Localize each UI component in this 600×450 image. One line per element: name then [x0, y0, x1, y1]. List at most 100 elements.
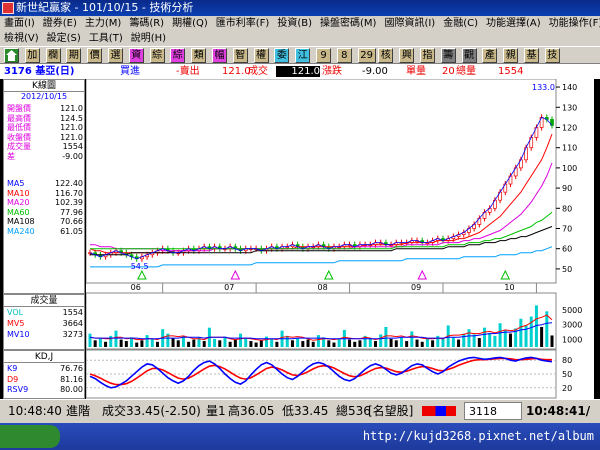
kd-info-panel: KD,J K9 76.76 D9 81.16 RSV9 80.00 — [3, 350, 85, 399]
menu-item-row1-9[interactable]: 金融(C) — [439, 16, 482, 31]
volume-bar — [104, 341, 108, 347]
taskbar: http://kujd3268.pixnet.net/album — [0, 423, 600, 450]
kline-field-row: 收盤價 121.0 — [7, 133, 83, 143]
volume-bar — [348, 339, 352, 347]
volume-bar — [228, 341, 232, 347]
high-annotation: 133.0 — [532, 83, 555, 92]
volume-bar — [415, 339, 419, 347]
toolbar-button-5[interactable]: 選 — [108, 48, 123, 63]
toolbar-button-23[interactable]: 產 — [482, 48, 498, 63]
status-code-box[interactable]: 3118 — [464, 402, 522, 420]
menu-item-row2-1[interactable]: 設定(S) — [43, 31, 85, 46]
toolbar-button-13[interactable]: 委 — [274, 48, 290, 63]
toolbar-button-26[interactable]: 技 — [544, 48, 560, 63]
price-tick-label: 120 — [562, 123, 577, 132]
toolbar-button-7[interactable]: 綜 — [149, 48, 165, 63]
chart-area[interactable]: 50 60 70 80 90 100 110 120 130 140 06 07 08 09 10 133.0… — [85, 78, 594, 399]
menu-item-row1-5[interactable]: 匯市利率(F) — [212, 16, 274, 31]
toolbar-button-1[interactable]: 加 — [24, 48, 40, 63]
volume-bar — [135, 342, 139, 347]
menu-item-row1-4[interactable]: 期權(Q) — [168, 16, 212, 31]
kline-field-row: 最高價 124.5 — [7, 114, 83, 124]
home-icon[interactable] — [4, 48, 19, 63]
toolbar-button-24[interactable]: 親 — [503, 48, 519, 63]
toolbar-button-15[interactable]: 9 — [316, 48, 331, 63]
menu-item-row1-11[interactable]: 功能操作(F) — [545, 16, 600, 31]
menu-item-row1-1[interactable]: 證券(E) — [39, 16, 81, 31]
volume-field-label: MV5 — [7, 319, 25, 328]
kline-field-label: 成交量 — [7, 142, 31, 151]
volume-bar — [275, 341, 279, 347]
toolbar-button-3[interactable]: 期 — [66, 48, 82, 63]
ma-field-label: MA20 — [7, 198, 30, 207]
kd-panel-title: KD,J — [4, 351, 84, 363]
signal-triangle — [500, 269, 511, 280]
volume-bar — [187, 341, 191, 347]
ma-field-value: 102.39 — [55, 198, 83, 207]
change-value: -9.00 — [362, 66, 388, 77]
toolbar-button-10[interactable]: 幅 — [212, 48, 227, 63]
toolbar-button-18[interactable]: 核 — [378, 48, 394, 63]
volume-bar — [483, 327, 487, 347]
volume-bar — [410, 331, 414, 347]
sell-label: -賣出 — [176, 66, 200, 77]
menu-item-row2-0[interactable]: 檢視(V) — [0, 31, 43, 46]
volume-field-row: MV10 3273 — [7, 330, 83, 340]
volume-bar — [462, 333, 466, 347]
kline-field-label: 最低價 — [7, 123, 31, 132]
volume-bar — [285, 335, 289, 347]
toolbar-button-16[interactable]: 8 — [336, 48, 352, 63]
volume-bar — [296, 338, 300, 347]
volume-bar — [88, 333, 92, 347]
month-label: 10 — [504, 283, 514, 292]
toolbar-button-20[interactable]: 指 — [420, 48, 435, 63]
toolbar-button-11[interactable]: 智 — [232, 48, 248, 63]
price-tick-label: 130 — [562, 103, 577, 112]
menu-item-row2-2[interactable]: 工具(T) — [85, 31, 127, 46]
volume-field-row: MV5 3664 — [7, 319, 83, 329]
menu-item-row1-0[interactable]: 畫面(I) — [0, 16, 39, 31]
kd-field-row: D9 81.16 — [7, 375, 83, 385]
toolbar-button-19[interactable]: 興 — [399, 48, 415, 63]
volume-bar — [529, 316, 533, 347]
price-tick-label: 80 — [562, 204, 572, 213]
volume-bar — [109, 335, 113, 347]
toolbar-button-6[interactable]: 資 — [128, 48, 144, 63]
kd-field-value: 81.16 — [60, 374, 83, 384]
volume-info-panel: 成交量 VOL 1554 MV5 3664 MV10 3273 — [3, 294, 85, 350]
menu-item-row1-6[interactable]: 投資(B) — [273, 16, 316, 31]
toolbar-button-8[interactable]: 綜 — [170, 48, 186, 63]
volume-bar — [358, 340, 362, 347]
menu-item-row2-3[interactable]: 說明(H) — [127, 31, 170, 46]
volume-bar — [119, 339, 123, 347]
toolbar-button-14[interactable]: 江 — [295, 48, 311, 63]
toolbar-button-17[interactable]: 29 — [357, 48, 376, 63]
start-button[interactable] — [0, 425, 60, 448]
status-time: 10:48:40 — [8, 404, 62, 418]
toolbar-button-4[interactable]: 價 — [87, 48, 103, 63]
app-icon — [2, 2, 14, 14]
menu-item-row1-8[interactable]: 國際資訊(I) — [380, 16, 439, 31]
technical-chart-svg[interactable]: 50 60 70 80 90 100 110 120 130 140 06 07 08 09 10 133.0… — [85, 78, 594, 399]
toolbar-button-12[interactable]: 權 — [253, 48, 269, 63]
volume-field-label: MV10 — [7, 330, 30, 339]
window-title: 新世紀贏家 - 101/10/15 - 技術分析 — [16, 1, 194, 14]
kline-field-value: 121.0 — [60, 104, 83, 113]
toolbar-button-2[interactable]: 欄 — [45, 48, 61, 63]
month-label: 06 — [131, 283, 141, 292]
kd-field-value: 76.76 — [60, 364, 83, 373]
volume-bar — [301, 341, 305, 347]
price-tick-label: 110 — [562, 144, 577, 153]
toolbar-button-22[interactable]: 觀 — [461, 48, 477, 63]
menu-item-row1-7[interactable]: 操盤密碼(M) — [316, 16, 380, 31]
toolbar-button-25[interactable]: 基 — [524, 48, 539, 63]
toolbar-button-21[interactable]: 籌 — [440, 48, 456, 63]
toolbar-button-9[interactable]: 類 — [191, 48, 207, 63]
stock-name[interactable]: 3176 基亞(日) — [4, 64, 74, 79]
menu-item-row1-10[interactable]: 功能選擇(A) — [482, 16, 545, 31]
menu-item-row1-3[interactable]: 籌碼(R) — [125, 16, 168, 31]
volume-tick-label: 5000 — [562, 306, 582, 315]
kline-field-row: 開盤價 121.0 — [7, 104, 83, 114]
ma-field-row: MA240 61.05 — [7, 227, 83, 237]
menu-item-row1-2[interactable]: 主力(M) — [81, 16, 125, 31]
